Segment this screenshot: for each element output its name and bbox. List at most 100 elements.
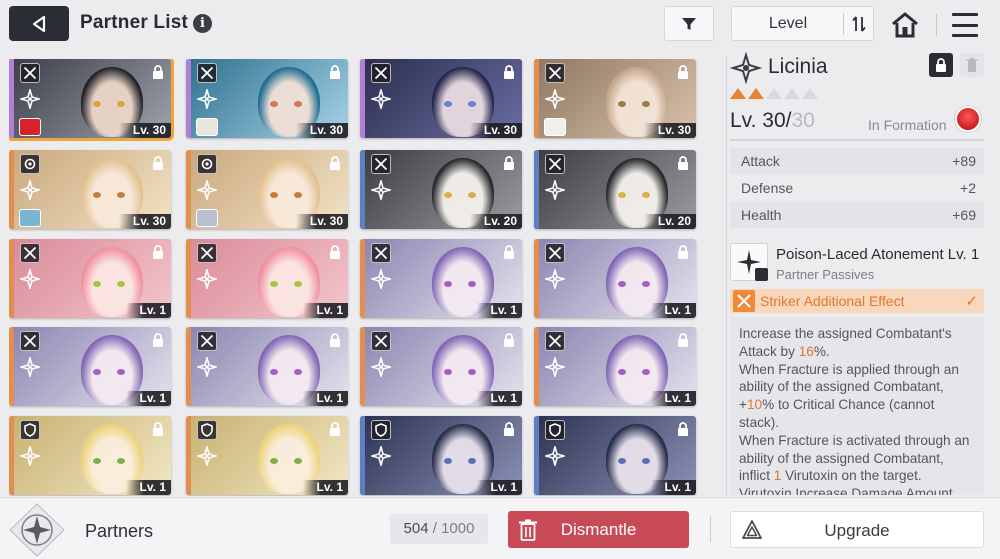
partner-grid[interactable]: Lv. 30 Lv. 30 Lv. 30 Lv. 30 Lv. 30 Lv. 30 Lv. …	[9, 59, 719, 496]
partner-eye	[270, 192, 278, 198]
magnify-icon	[755, 268, 768, 281]
partner-eye	[618, 281, 626, 287]
stat-value: +69	[952, 207, 976, 223]
partner-card[interactable]: Lv. 20	[534, 150, 696, 229]
shuriken-icon	[196, 356, 218, 378]
rarity-stripe	[534, 239, 539, 318]
home-button[interactable]	[886, 8, 924, 42]
swords-icon	[545, 331, 565, 351]
count-separator: /	[428, 520, 442, 537]
top-separator	[936, 14, 937, 36]
description-text: Virutoxin on the target.	[781, 468, 922, 484]
partner-card[interactable]: Lv. 1	[534, 416, 696, 495]
upgrade-button[interactable]: Upgrade	[730, 511, 984, 548]
partner-card[interactable]: Lv. 1	[186, 239, 348, 318]
dismantle-button[interactable]: Dismantle	[508, 511, 689, 548]
lock-icon	[150, 155, 165, 171]
partner-eye	[444, 458, 452, 464]
partner-card[interactable]: Lv. 30	[186, 150, 348, 229]
shuriken-icon	[729, 51, 763, 85]
swords-icon	[545, 154, 565, 174]
shuriken-icon	[196, 268, 218, 290]
partner-eye	[93, 458, 101, 464]
lock-button[interactable]	[929, 53, 953, 77]
stat-health: Health +69	[730, 202, 984, 228]
partner-card[interactable]: Lv. 30	[360, 59, 522, 138]
description-text: Increase the assigned Combatant's Attack…	[739, 326, 952, 359]
rarity-stripe	[186, 416, 191, 495]
shuriken-icon	[196, 88, 218, 110]
shuriken-icon	[19, 445, 41, 467]
back-button[interactable]	[9, 6, 69, 41]
description-text: %.	[813, 343, 830, 359]
formation-combatant-avatar[interactable]	[955, 106, 981, 132]
partner-card[interactable]: Lv. 30	[186, 59, 348, 138]
partner-eye	[642, 458, 650, 464]
partner-eye	[444, 192, 452, 198]
partner-eye	[444, 281, 452, 287]
card-icons	[368, 243, 394, 301]
dismantle-label: Dismantle	[560, 520, 637, 539]
star-icon	[748, 88, 764, 99]
filter-button[interactable]	[664, 6, 714, 41]
delete-button[interactable]	[960, 53, 984, 77]
shuriken-icon	[370, 268, 392, 290]
card-icons	[194, 154, 220, 212]
partner-card[interactable]: Lv. 20	[360, 150, 522, 229]
assigned-combatant-avatar	[196, 209, 218, 227]
rarity-stripe	[186, 150, 191, 229]
partner-card[interactable]: Lv. 1	[9, 239, 171, 318]
partner-card[interactable]: Lv. 1	[186, 327, 348, 406]
home-icon	[892, 12, 918, 38]
crossed-swords-icon	[733, 290, 755, 312]
partner-card[interactable]: Lv. 30	[9, 150, 171, 229]
card-icons	[17, 63, 43, 121]
partner-eye	[294, 281, 302, 287]
sort-order-icon	[852, 16, 866, 32]
menu-button[interactable]	[950, 10, 980, 40]
stat-attack: Attack +89	[730, 148, 984, 174]
info-icon[interactable]: i	[193, 14, 212, 33]
shuriken-icon	[196, 445, 218, 467]
partner-level-label: Lv. 1	[302, 391, 348, 406]
shuriken-icon	[544, 356, 566, 378]
swords-icon	[197, 331, 217, 351]
rarity-stripe	[360, 416, 365, 495]
partner-eye	[468, 458, 476, 464]
partner-card[interactable]: Lv. 1	[9, 327, 171, 406]
card-icons	[542, 63, 568, 121]
partner-card[interactable]: Lv. 1	[186, 416, 348, 495]
lock-icon	[150, 244, 165, 260]
shuriken-icon	[19, 88, 41, 110]
stat-defense: Defense +2	[730, 175, 984, 201]
partner-card[interactable]: Lv. 1	[360, 416, 522, 495]
partner-card[interactable]: Lv. 1	[534, 239, 696, 318]
lock-icon	[501, 155, 516, 171]
rarity-stripe	[9, 416, 14, 495]
partner-card[interactable]: Lv. 1	[9, 416, 171, 495]
assigned-combatant-avatar	[19, 209, 41, 227]
partner-eye	[618, 192, 626, 198]
rarity-stripe	[9, 327, 14, 406]
partner-card[interactable]: Lv. 1	[360, 327, 522, 406]
card-icons	[368, 154, 394, 212]
in-formation-label: In Formation	[868, 117, 947, 133]
partner-level-label: Lv. 1	[476, 391, 522, 406]
sort-order-button[interactable]	[848, 13, 870, 35]
lock-icon	[501, 244, 516, 260]
rarity-stripe	[186, 239, 191, 318]
sort-dropdown[interactable]: Level	[731, 6, 874, 41]
shuriken-icon	[370, 356, 392, 378]
partner-eye	[642, 281, 650, 287]
lock-icon	[327, 421, 342, 437]
striker-effect-bar[interactable]: Striker Additional Effect ✓	[730, 289, 984, 313]
rarity-stripe	[360, 327, 365, 406]
swords-icon	[20, 243, 40, 263]
partner-card[interactable]: Lv. 30	[9, 59, 174, 141]
partner-card[interactable]: Lv. 30	[534, 59, 696, 138]
partner-eye	[294, 192, 302, 198]
shield-icon	[371, 420, 391, 440]
partner-card[interactable]: Lv. 1	[534, 327, 696, 406]
rarity-stripe	[534, 59, 539, 138]
partner-card[interactable]: Lv. 1	[360, 239, 522, 318]
